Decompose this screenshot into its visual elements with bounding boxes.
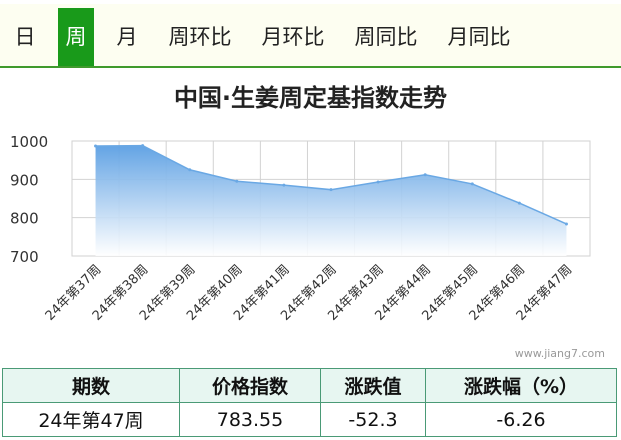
cell-period: 24年第47周: [2, 402, 180, 437]
data-point: [282, 183, 286, 187]
data-point: [376, 180, 380, 184]
table-row: 24年第47周 783.55 -52.3 -6.26: [2, 402, 617, 437]
watermark: www.jiang7.com: [514, 347, 605, 360]
y-tick-label: 1000: [10, 133, 48, 151]
data-point: [141, 144, 145, 148]
header-period: 期数: [2, 368, 180, 403]
header-price-index: 价格指数: [179, 368, 321, 403]
summary-table: 期数 价格指数 涨跌值 涨跌幅（%） 24年第47周 783.55 -52.3 …: [2, 368, 617, 437]
data-point: [329, 188, 333, 192]
data-point: [94, 144, 98, 148]
y-tick-label: 900: [10, 171, 39, 189]
data-point: [235, 179, 239, 183]
y-tick-label: 800: [10, 210, 39, 228]
y-tick-label: 700: [10, 248, 39, 266]
header-change-percent: 涨跌幅（%）: [425, 368, 617, 403]
data-point: [188, 168, 192, 172]
header-change-value: 涨跌值: [320, 368, 426, 403]
cell-change-percent: -6.26: [425, 402, 617, 437]
data-point: [470, 182, 474, 186]
data-point: [517, 201, 521, 205]
cell-price-index: 783.55: [179, 402, 321, 437]
cell-change-value: -52.3: [320, 402, 426, 437]
data-point: [564, 222, 568, 226]
summary-header-row: 期数 价格指数 涨跌值 涨跌幅（%）: [2, 368, 617, 403]
data-point: [423, 173, 427, 177]
